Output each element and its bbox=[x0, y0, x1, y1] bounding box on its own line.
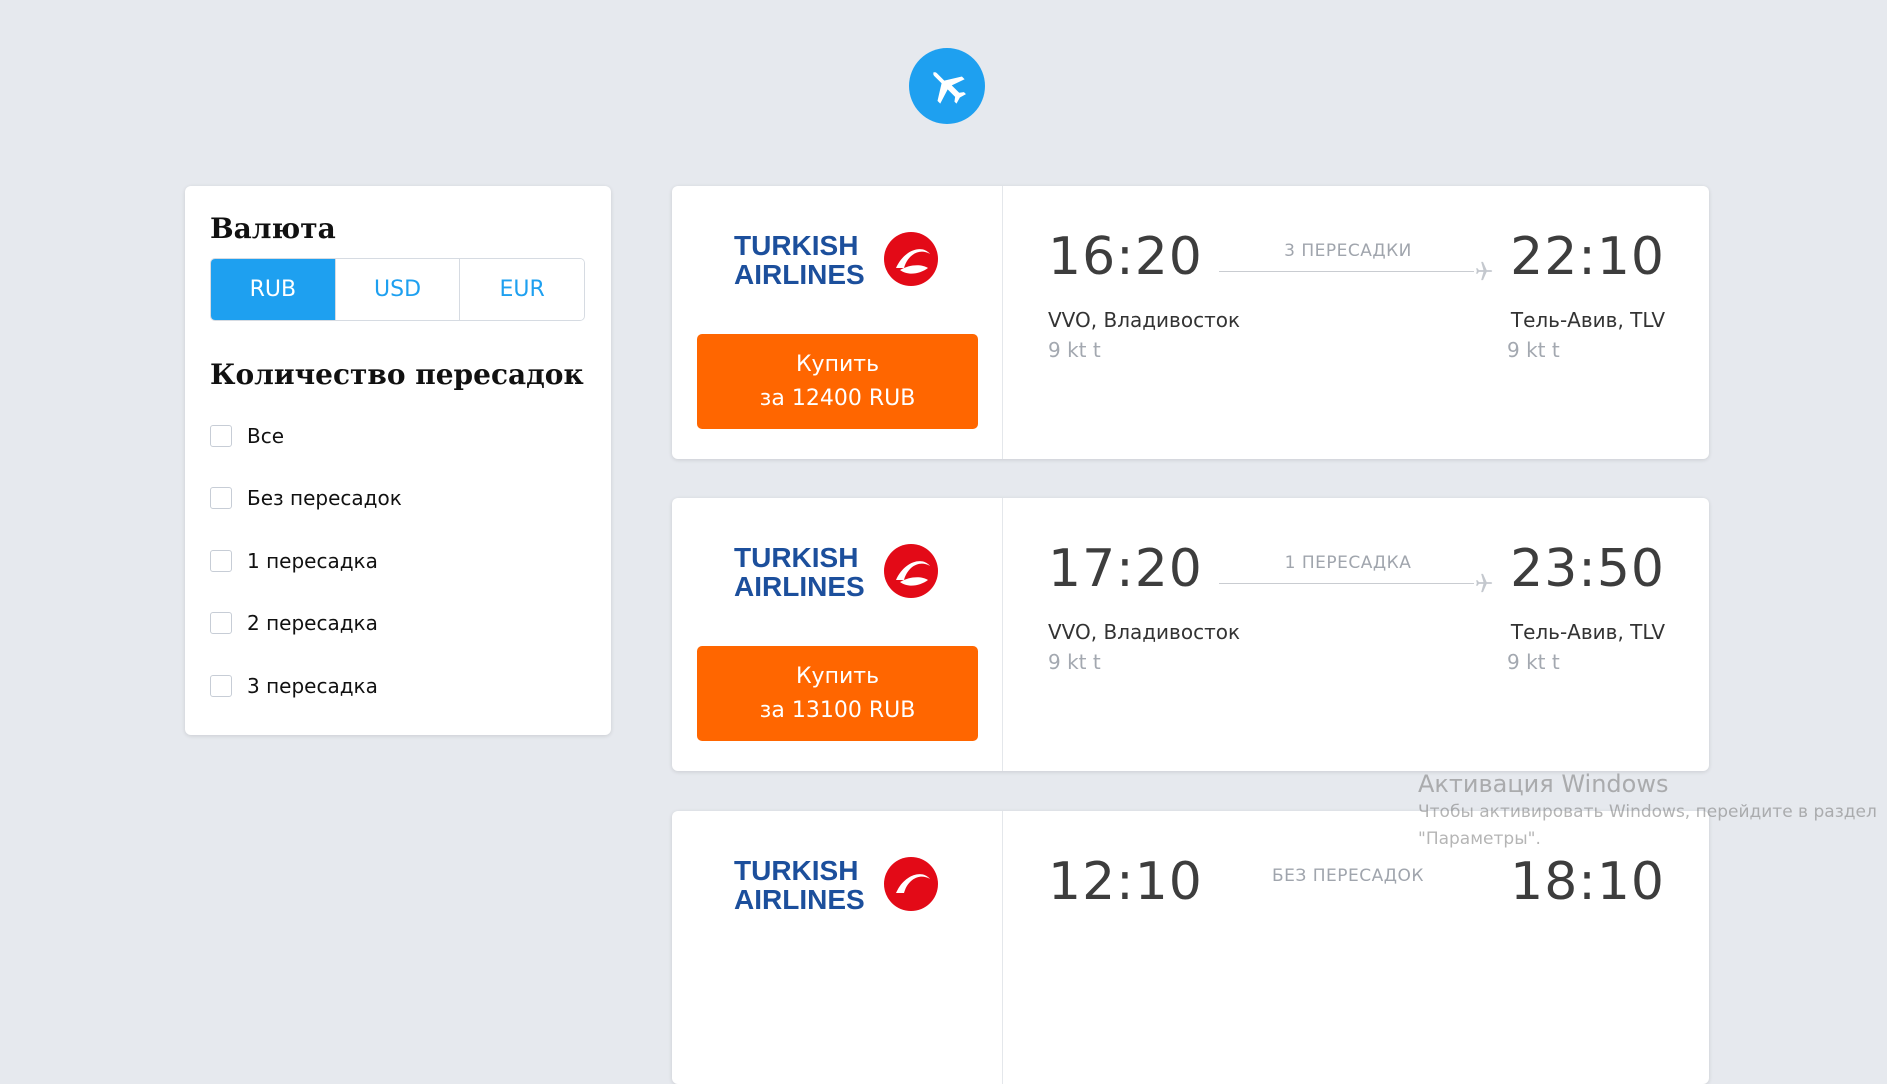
buy-button-label: Купить bbox=[795, 663, 880, 689]
turkish-airlines-logo: TURKISH AIRLINES bbox=[734, 855, 938, 913]
watermark-title: Активация Windows bbox=[1418, 770, 1669, 798]
arrival-date: 9 kt t bbox=[1507, 338, 1560, 362]
destination-city: Тель-Авив, TLV bbox=[1510, 308, 1665, 332]
stops-label-3: 3 пересадка bbox=[247, 674, 378, 698]
airplane-icon bbox=[932, 71, 966, 104]
origin-city: VVO, Владивосток bbox=[1048, 620, 1241, 644]
arrival-time: 22:10 bbox=[1510, 227, 1665, 287]
stops-label-none: Без пересадок bbox=[247, 486, 402, 510]
svg-text:TURKISH: TURKISH bbox=[734, 230, 858, 261]
currency-rub-button[interactable]: RUB bbox=[211, 259, 336, 320]
svg-text:AIRLINES: AIRLINES bbox=[734, 571, 865, 600]
ticket-card: TURKISH AIRLINES Купить за 13100 RUB 17:… bbox=[672, 498, 1709, 771]
stops-option-3[interactable]: 3 пересадка bbox=[210, 674, 378, 698]
buy-button-label: Купить bbox=[795, 351, 880, 377]
watermark-line2: "Параметры". bbox=[1418, 829, 1541, 849]
stops-checkbox-3[interactable] bbox=[210, 675, 232, 697]
stops-label-2: 2 пересадка bbox=[247, 611, 378, 635]
arrival-time: 18:10 bbox=[1510, 852, 1665, 912]
arrival-date: 9 kt t bbox=[1507, 650, 1560, 674]
buy-button-price: за 13100 RUB bbox=[759, 697, 916, 723]
stops-checkbox-none[interactable] bbox=[210, 487, 232, 509]
ticket-airline-section: TURKISH AIRLINES Купить за 12400 RUB bbox=[672, 186, 1003, 459]
stops-count: 3 ПЕРЕСАДКИ bbox=[1284, 241, 1412, 261]
stops-checkbox-all[interactable] bbox=[210, 425, 232, 447]
app-logo bbox=[909, 48, 985, 124]
stops-option-1[interactable]: 1 пересадка bbox=[210, 549, 378, 573]
route-line bbox=[1219, 583, 1474, 584]
buy-button-price: за 12400 RUB bbox=[759, 385, 916, 411]
turkish-airlines-logo: TURKISH AIRLINES bbox=[734, 230, 938, 288]
stops-label-all: Все bbox=[247, 424, 285, 448]
origin-city: VVO, Владивосток bbox=[1048, 308, 1241, 332]
stops-checkbox-1[interactable] bbox=[210, 550, 232, 572]
watermark-line1: Чтобы активировать Windows, перейдите в … bbox=[1418, 802, 1877, 822]
currency-selector: RUB USD EUR bbox=[210, 258, 585, 321]
svg-text:AIRLINES: AIRLINES bbox=[734, 884, 865, 913]
departure-time: 17:20 bbox=[1048, 539, 1203, 599]
svg-text:AIRLINES: AIRLINES bbox=[734, 259, 865, 288]
plane-icon bbox=[1476, 573, 1493, 593]
filter-panel: Валюта RUB USD EUR Количество пересадок … bbox=[185, 186, 611, 735]
route-line bbox=[1219, 271, 1474, 272]
buy-button[interactable]: Купить за 13100 RUB bbox=[697, 646, 978, 741]
plane-icon bbox=[1476, 261, 1493, 281]
svg-text:TURKISH: TURKISH bbox=[734, 855, 858, 886]
ticket-airline-section: TURKISH AIRLINES bbox=[672, 811, 1003, 1084]
departure-date: 9 kt t bbox=[1048, 650, 1101, 674]
departure-time: 12:10 bbox=[1048, 852, 1203, 912]
stops-option-2[interactable]: 2 пересадка bbox=[210, 611, 378, 635]
stops-label-1: 1 пересадка bbox=[247, 549, 378, 573]
ticket-airline-section: TURKISH AIRLINES Купить за 13100 RUB bbox=[672, 498, 1003, 771]
stops-heading: Количество пересадок bbox=[210, 358, 584, 391]
currency-usd-button[interactable]: USD bbox=[335, 259, 461, 320]
turkish-airlines-logo: TURKISH AIRLINES bbox=[734, 542, 938, 600]
destination-city: Тель-Авив, TLV bbox=[1510, 620, 1665, 644]
currency-heading: Валюта bbox=[210, 212, 336, 245]
windows-activation-watermark: Активация Windows Чтобы активировать Win… bbox=[1418, 770, 1877, 852]
svg-text:TURKISH: TURKISH bbox=[734, 542, 858, 573]
ticket-card: TURKISH AIRLINES Купить за 12400 RUB 16:… bbox=[672, 186, 1709, 459]
arrival-time: 23:50 bbox=[1510, 539, 1665, 599]
departure-time: 16:20 bbox=[1048, 227, 1203, 287]
departure-date: 9 kt t bbox=[1048, 338, 1101, 362]
stops-count: 1 ПЕРЕСАДКА bbox=[1284, 553, 1412, 573]
stops-option-all[interactable]: Все bbox=[210, 424, 284, 448]
currency-eur-button[interactable]: EUR bbox=[460, 259, 584, 320]
buy-button[interactable]: Купить за 12400 RUB bbox=[697, 334, 978, 429]
stops-checkbox-2[interactable] bbox=[210, 612, 232, 634]
stops-count: БЕЗ ПЕРЕСАДОК bbox=[1272, 866, 1424, 886]
stops-option-none[interactable]: Без пересадок bbox=[210, 486, 402, 510]
